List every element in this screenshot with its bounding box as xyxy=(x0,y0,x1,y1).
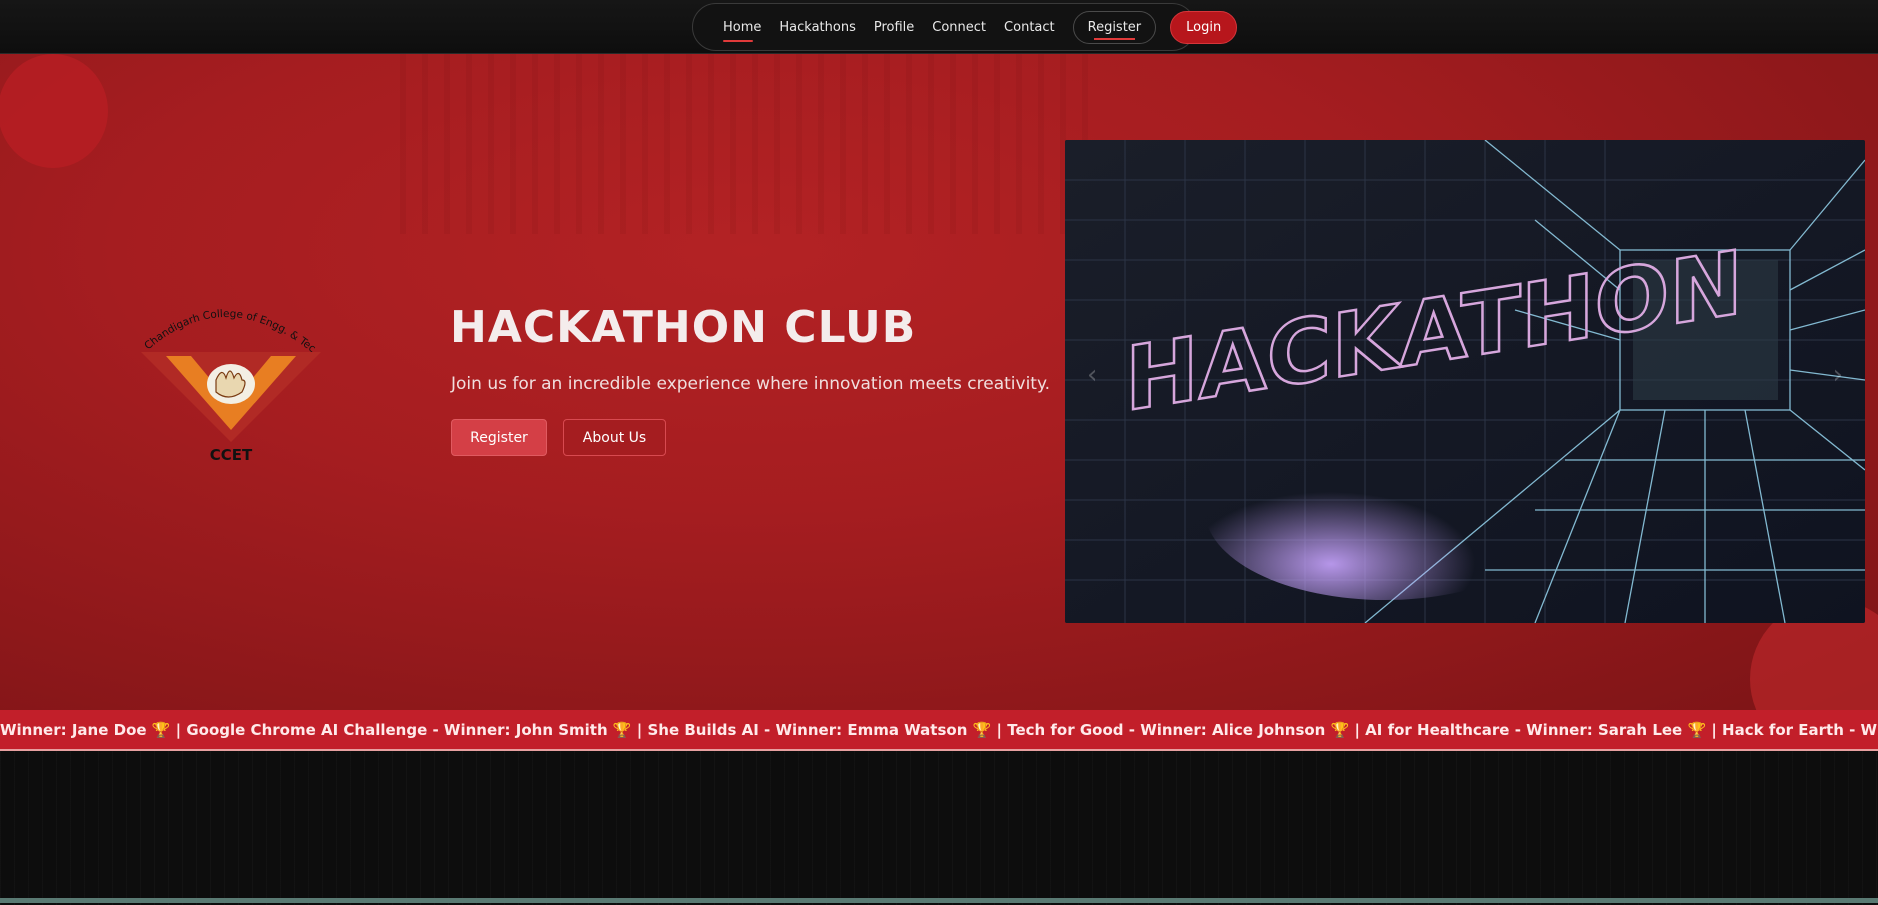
carousel-prev-icon[interactable]: ‹ xyxy=(1087,360,1097,390)
hero-about-button[interactable]: About Us xyxy=(563,419,666,456)
svg-text:Chandigarh College of Engg. &: Chandigarh College of Engg. & Tech. xyxy=(136,292,318,355)
logo-arc-text: Chandigarh College of Engg. & Tech. xyxy=(133,283,318,355)
logo-text: CCET xyxy=(210,446,253,462)
nav-home[interactable]: Home xyxy=(723,20,761,42)
nav-login-button[interactable]: Login xyxy=(1170,10,1238,44)
hero-carousel[interactable]: HACKATHON ‹ › xyxy=(1065,140,1865,623)
nav-pill: Home Hackathons Profile Connect Contact … xyxy=(692,3,1238,51)
nav-profile[interactable]: Profile xyxy=(874,20,914,35)
winners-ticker: Winner: Jane Doe 🏆 | Google Chrome AI Ch… xyxy=(0,710,1878,751)
nav-register-button[interactable]: Register xyxy=(1072,10,1157,44)
hackathon-image: HACKATHON xyxy=(1065,140,1865,623)
nav-hackathons[interactable]: Hackathons xyxy=(779,20,855,35)
ccet-logo: Chandigarh College of Engg. & Tech. CCET xyxy=(133,283,326,464)
nav-contact[interactable]: Contact xyxy=(1004,20,1055,35)
hero-subtitle: Join us for an incredible experience whe… xyxy=(451,374,1051,394)
hero-title: HACKATHON CLUB xyxy=(450,302,917,353)
ticker-text: Winner: Jane Doe 🏆 | Google Chrome AI Ch… xyxy=(0,720,1878,739)
page: Home Hackathons Profile Connect Contact … xyxy=(0,0,1878,905)
top-navbar: Home Hackathons Profile Connect Contact … xyxy=(0,0,1878,54)
decorative-circle xyxy=(0,54,108,168)
hero-register-button[interactable]: Register xyxy=(451,419,547,456)
carousel-next-icon[interactable]: › xyxy=(1833,360,1843,390)
nav-connect[interactable]: Connect xyxy=(932,20,986,35)
bottom-divider xyxy=(0,898,1878,903)
hero-section: Chandigarh College of Engg. & Tech. CCET… xyxy=(0,54,1878,710)
